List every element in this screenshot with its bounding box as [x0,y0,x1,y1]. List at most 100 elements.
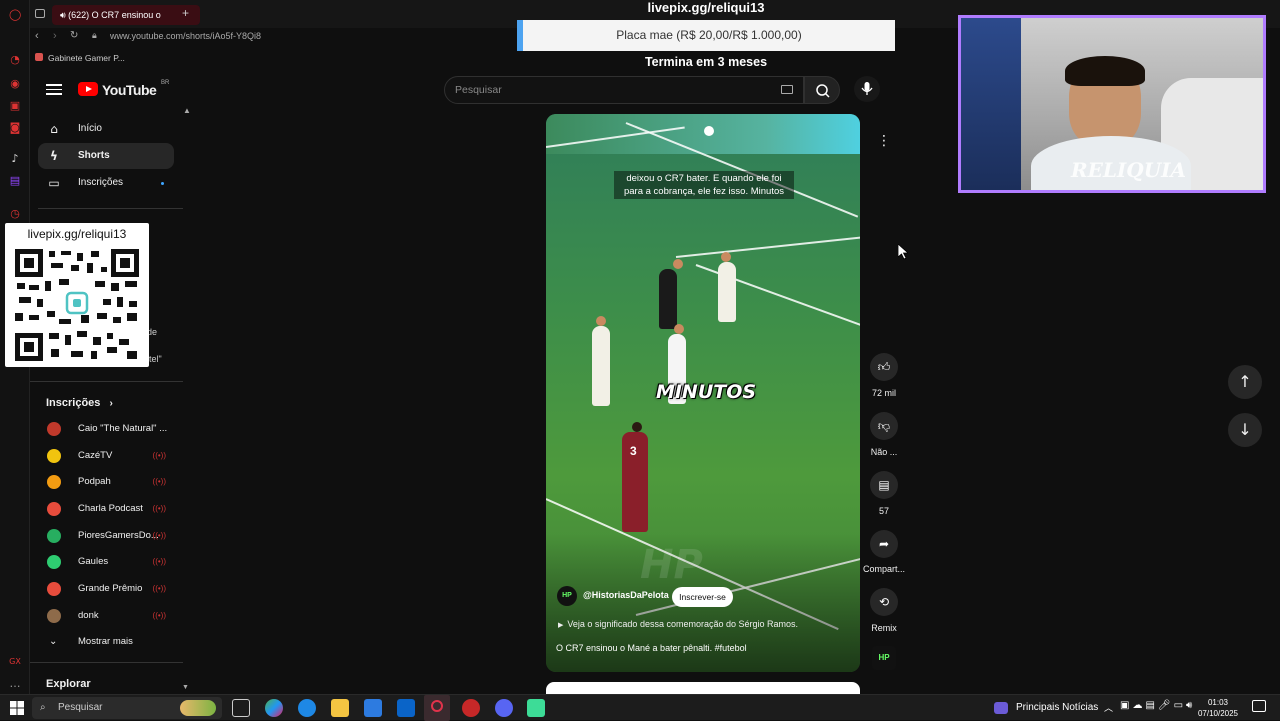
news-widget[interactable]: Principais Notícias [994,699,1098,717]
subscription-item[interactable]: Podpah ((•)) [38,469,174,495]
obs-icon[interactable] [462,699,480,717]
subscription-item[interactable]: Gaules ((•)) [38,549,174,575]
sidebar-divider [30,662,183,663]
live-icon: ((•)) [152,557,166,566]
referee [659,269,677,329]
copilot-icon[interactable] [265,699,283,717]
gx-icon[interactable]: GX [9,656,21,668]
clock[interactable]: 01:03 07/10/2025 [1196,697,1240,719]
sidebar-divider [30,381,183,382]
avatar [47,555,61,569]
video-title[interactable]: O CR7 ensinou o Mané a bater pênalti. #f… [556,643,747,653]
file-explorer-icon[interactable] [331,699,349,717]
aria-icon[interactable]: ◔ [9,54,21,66]
bookmark-item[interactable]: Gabinete Gamer P... [48,53,125,63]
subscription-item[interactable]: Caio "The Natural" ... [38,416,174,442]
store-icon[interactable] [364,699,382,717]
tiktok-icon[interactable]: ♪ [9,153,21,165]
search-button[interactable] [804,76,840,104]
arrow-up-icon: ↑ [1238,372,1252,391]
opera-logo-icon[interactable]: ◯ [9,9,21,21]
donation-goal-bar: Placa mae (R$ 20,00/R$ 1.000,00) [517,20,895,51]
tab-islands-icon[interactable] [35,9,45,18]
next-short-button[interactable]: ↓ [1228,413,1262,447]
more-icon[interactable]: … [9,678,21,690]
sidebar-divider [38,208,183,209]
live-icon: ((•)) [152,451,166,460]
tab-active[interactable]: 🔊︎ (622) O CR7 ensinou o [52,5,200,25]
dislike-button[interactable]: 👎︎ [870,412,898,440]
reload-icon[interactable]: ↻ [70,30,78,41]
youtube-play-icon [78,82,98,96]
remix-icon: ⟲ [878,595,890,609]
subscription-item[interactable]: Charla Podcast ((•)) [38,496,174,522]
ball-icon [704,126,714,136]
play-icon: ▶ [558,622,564,629]
subscription-name: Caio "The Natural" ... [78,423,168,434]
avatar [47,529,61,543]
avatar [47,475,61,489]
comments-button[interactable]: ▤ [870,471,898,499]
player-head [674,324,684,334]
like-button[interactable]: 👍︎ [870,353,898,381]
subscription-item[interactable]: Grande Prêmio ((•)) [38,576,174,602]
avatar [47,422,61,436]
keyboard-icon[interactable] [781,85,793,94]
subscription-item[interactable]: donk ((•)) [38,603,174,629]
bookmark-favicon-icon [35,53,43,61]
forward-icon[interactable]: › [53,30,57,42]
app-icon[interactable] [527,699,545,717]
sidebar-scroll-down-icon[interactable]: ▼ [182,684,189,691]
speaker-icon: 🔊︎ [60,10,69,20]
video-description[interactable]: ▶ Veja o significado dessa comemoração do… [558,619,798,629]
youtube-logo[interactable]: YouTube BR [46,80,176,100]
previous-short-button[interactable]: ↑ [1228,365,1262,399]
avatar [47,609,61,623]
system-tray-icons[interactable]: ▣☁▤🎤︎▭🔊︎ [1120,700,1195,711]
taskbar-search-input[interactable]: ⌕ Pesquisar [32,697,222,719]
outlook-icon[interactable] [397,699,415,717]
edge-icon[interactable] [298,699,316,717]
sidebar-item-subscriptions[interactable]: ▭ Inscrições [38,170,174,196]
home-icon: ⌂ [50,122,58,136]
qr-code-icon [15,249,139,361]
url-field[interactable]: www.youtube.com/shorts/iAo5f-Y8Qi8 [110,31,261,41]
show-more-button[interactable]: ⌄ Mostrar mais [38,629,174,655]
sidebar-scroll-up-icon[interactable]: ▲ [183,106,191,115]
opera-gx-taskbar-app[interactable] [424,695,450,721]
live-icon: ((•)) [152,531,166,540]
thumbs-down-icon: 👎︎ [877,419,891,433]
qr-url: livepix.gg/reliqui13 [27,227,127,241]
back-icon[interactable]: ‹ [35,30,39,42]
subscriptions-header[interactable]: Inscrições › [46,397,113,409]
more-options-icon[interactable]: ⋮ [870,127,898,155]
notifications-icon[interactable] [1252,700,1266,712]
player-red: 3 [622,432,648,532]
avatar [47,582,61,596]
channel-name[interactable]: @HistoriasDaPelota [583,590,669,600]
tray-overflow-icon[interactable]: ︿ [1104,701,1113,714]
voice-search-button[interactable] [854,76,880,102]
task-view-icon[interactable] [232,699,250,717]
new-tab-icon[interactable]: + [182,6,189,20]
audio-source-thumbnail[interactable]: HP [872,646,896,670]
subscription-item[interactable]: CazéTV ((•)) [38,443,174,469]
search-input[interactable]: Pesquisar [444,76,804,104]
history-icon[interactable]: ◷ [9,208,21,220]
sidebar-item-label: Início [78,123,102,134]
share-button[interactable]: ➦ [870,530,898,558]
windows-start-icon[interactable] [10,701,24,715]
player-icon[interactable]: ▣ [9,100,21,112]
channel-avatar[interactable]: HP [557,586,577,606]
remix-button[interactable]: ⟲ [870,588,898,616]
discord-icon[interactable] [495,699,513,717]
share-icon: ➦ [878,537,890,551]
sidebar-item-home[interactable]: ⌂ Início [38,116,174,142]
subscribe-button[interactable]: Inscrever-se [672,587,733,607]
instagram-icon[interactable]: ◙ [9,122,21,134]
subscription-item[interactable]: PioresGamersDo... ((•)) [38,523,174,549]
twitch-icon[interactable]: ▤ [9,175,21,187]
sidebar-item-shorts[interactable]: ϟ Shorts [38,143,174,169]
messenger-icon[interactable]: ◉ [9,78,21,90]
next-short-preview[interactable] [546,682,860,694]
